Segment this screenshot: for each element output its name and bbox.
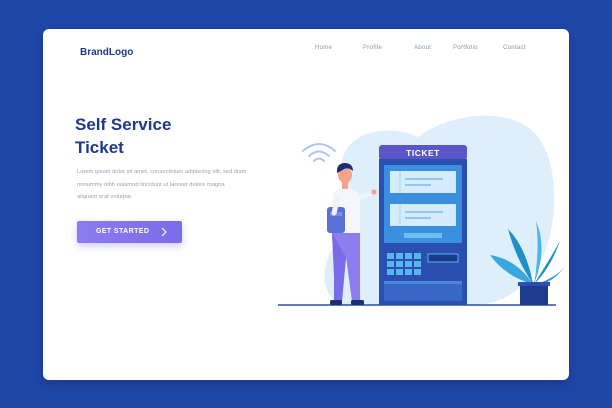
hero-description: Lorem ipsum dolor sit amet, consectetuer…: [77, 166, 271, 204]
hero-description-line: nonummy nibh euismod tincidunt ut laoree…: [77, 181, 225, 188]
nav-about[interactable]: About: [414, 45, 431, 51]
chevron-right-icon: [161, 227, 167, 237]
hero-description-line: aliquam erat volutpat.: [77, 194, 133, 200]
get-started-button[interactable]: GET STARTED: [77, 221, 182, 243]
ticket-kiosk-illustration: TICKET: [278, 115, 566, 306]
hero-title: Self Service Ticket: [75, 113, 295, 159]
nav-home[interactable]: Home: [315, 45, 332, 51]
kiosk-ticket-label: TICKET: [406, 148, 440, 158]
nav-profile[interactable]: Profile: [363, 45, 382, 51]
landing-card: BrandLogo Home Profile About Portfolio C…: [43, 29, 569, 380]
card-slot: [427, 253, 459, 263]
wifi-icon: [302, 143, 336, 162]
nav-contact[interactable]: Contact: [503, 45, 526, 51]
hero-description-line: Lorem ipsum dolor sit amet, consectetuer…: [77, 169, 247, 175]
hero-title-line-2: Ticket: [75, 138, 124, 157]
hero-title-line-1: Self Service: [75, 115, 172, 134]
get-started-label: GET STARTED: [96, 228, 150, 235]
nav-portfolio[interactable]: Portfolio: [453, 45, 478, 51]
plant-pot: [520, 284, 548, 305]
brand-logo[interactable]: BrandLogo: [80, 47, 133, 58]
kiosk-machine: TICKET: [379, 145, 467, 305]
